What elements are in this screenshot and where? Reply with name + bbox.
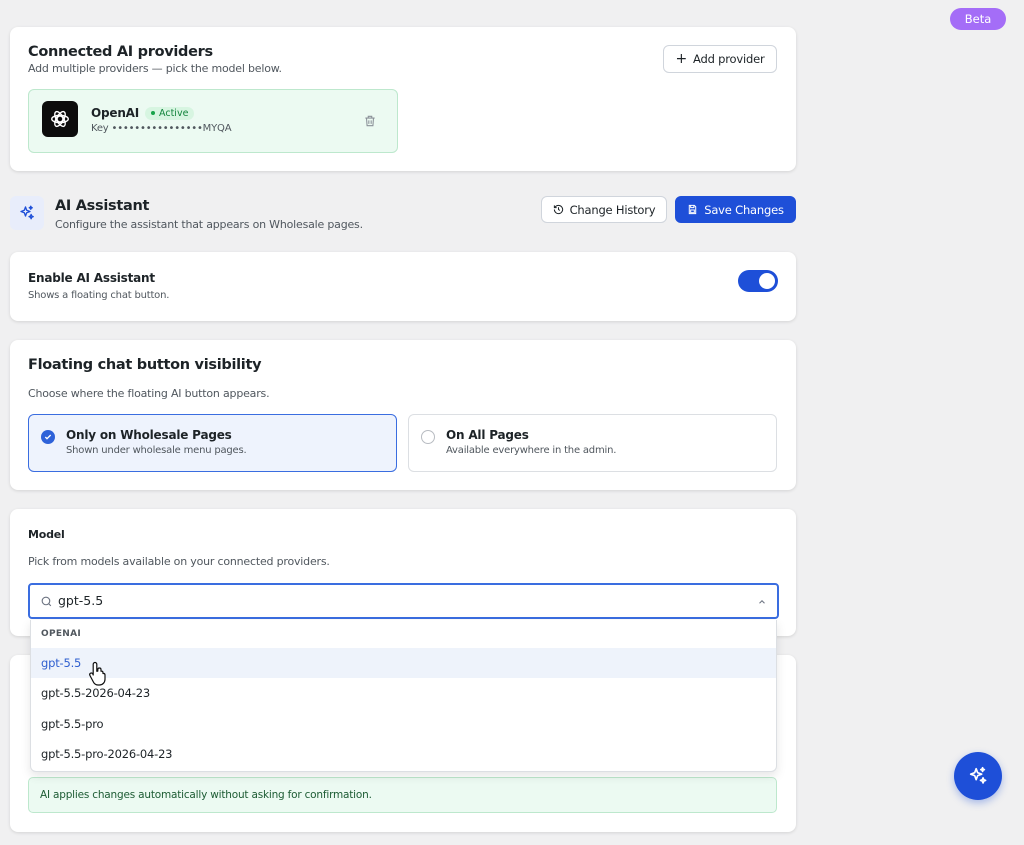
dropdown-option[interactable]: gpt-5.5-pro-2026-04-23	[31, 739, 776, 769]
enable-toggle[interactable]	[738, 270, 778, 292]
providers-title: Connected AI providers	[28, 44, 213, 60]
floating-ai-button[interactable]	[954, 752, 1002, 800]
history-icon	[553, 204, 563, 215]
option-desc: Shown under wholesale menu pages.	[66, 445, 247, 456]
auto-apply-notice: AI applies changes automatically without…	[28, 777, 777, 813]
change-history-label: Change History	[569, 202, 656, 217]
add-provider-button[interactable]: + Add provider	[663, 45, 777, 73]
provider-key: Key ••••••••••••••••MYQA	[91, 123, 232, 134]
trash-icon[interactable]	[363, 113, 377, 132]
assistant-icon	[10, 196, 44, 230]
dropdown-option[interactable]: gpt-5.5-pro	[31, 709, 776, 739]
save-changes-button[interactable]: Save Changes	[675, 196, 796, 223]
status-dot-icon	[151, 111, 156, 115]
model-card: Model Pick from models available on your…	[10, 509, 796, 636]
enable-title: Enable AI Assistant	[28, 271, 155, 285]
option-desc: Available everywhere in the admin.	[446, 445, 617, 456]
openai-logo-icon	[42, 101, 78, 137]
change-history-button[interactable]: Change History	[541, 196, 667, 223]
option-wholesale-pages[interactable]: Only on Wholesale Pages Shown under whol…	[28, 414, 397, 472]
visibility-card: Floating chat button visibility Choose w…	[10, 340, 796, 490]
assistant-title: AI Assistant	[55, 198, 150, 214]
option-title: Only on Wholesale Pages	[66, 428, 232, 442]
model-search-value: gpt-5.5	[58, 593, 104, 608]
enable-card: Enable AI Assistant Shows a floating cha…	[10, 252, 796, 321]
search-icon	[41, 596, 52, 607]
model-dropdown: OPENAI gpt-5.5 gpt-5.5-2026-04-23 gpt-5.…	[30, 620, 777, 772]
save-icon	[689, 204, 697, 215]
chevron-up-icon[interactable]	[757, 597, 767, 607]
visibility-title: Floating chat button visibility	[28, 357, 262, 373]
save-changes-label: Save Changes	[704, 202, 784, 217]
dropdown-group-label: OPENAI	[41, 629, 82, 639]
model-subtitle: Pick from models available on your conne…	[28, 555, 330, 568]
plus-icon: +	[675, 51, 688, 67]
model-search-input[interactable]: gpt-5.5	[28, 583, 779, 619]
toggle-knob	[759, 273, 775, 289]
add-provider-label: Add provider	[693, 52, 765, 66]
radio-unchecked-icon	[421, 430, 435, 444]
providers-card: Connected AI providers Add multiple prov…	[10, 27, 796, 171]
option-title: On All Pages	[446, 428, 529, 442]
option-all-pages[interactable]: On All Pages Available everywhere in the…	[408, 414, 777, 472]
dropdown-option[interactable]: gpt-5.5-2026-04-23	[31, 678, 776, 708]
sparkles-icon	[969, 766, 987, 784]
providers-subtitle: Add multiple providers — pick the model …	[28, 62, 282, 75]
status-badge: Active	[145, 106, 195, 120]
provider-openai: OpenAI Active Key ••••••••••••••••MYQA	[28, 89, 398, 153]
auto-apply-text: AI applies changes automatically without…	[40, 789, 372, 801]
enable-subtitle: Shows a floating chat button.	[28, 290, 170, 301]
provider-name: OpenAI	[91, 106, 140, 120]
visibility-subtitle: Choose where the floating AI button appe…	[28, 387, 270, 400]
model-title: Model	[28, 528, 65, 541]
radio-checked-icon	[41, 430, 55, 444]
assistant-subtitle: Configure the assistant that appears on …	[55, 218, 363, 231]
beta-badge: Beta	[950, 8, 1006, 30]
status-label: Active	[159, 107, 189, 119]
dropdown-option[interactable]: gpt-5.5	[31, 648, 776, 678]
